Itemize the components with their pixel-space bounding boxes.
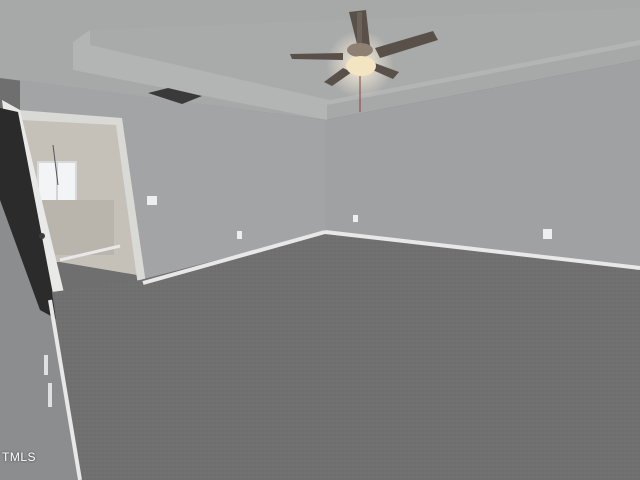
wall-outlet <box>543 229 552 239</box>
fan-motor-housing <box>347 43 373 57</box>
wall-outlet <box>48 383 52 407</box>
wall-outlet <box>44 355 48 375</box>
wall-outlet <box>237 231 242 239</box>
fan-light-globe <box>346 56 376 76</box>
wall-outlet <box>353 215 358 222</box>
door-handle <box>39 233 45 239</box>
light-switch <box>147 196 157 205</box>
fan-blade <box>290 53 343 60</box>
watermark-text: TMLS <box>2 450 37 464</box>
fan-downrod <box>357 12 362 46</box>
bedroom-photo: TMLS <box>0 0 640 480</box>
